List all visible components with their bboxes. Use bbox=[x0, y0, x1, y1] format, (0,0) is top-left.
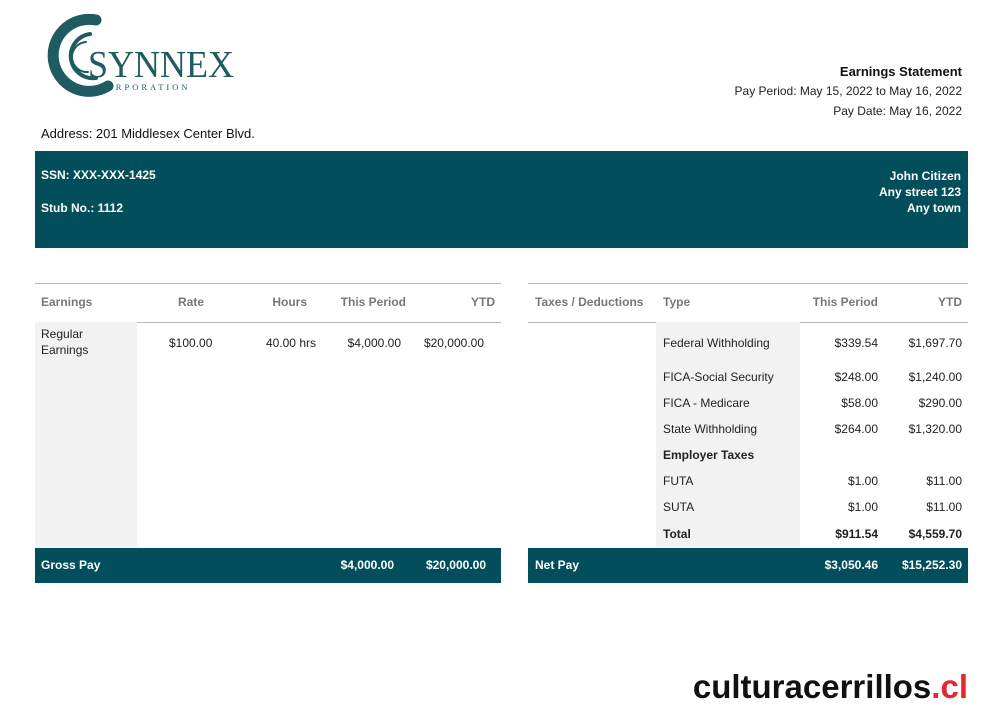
tax-ytd-col-header: YTD bbox=[938, 295, 962, 309]
employee-street: Any street 123 bbox=[878, 185, 961, 199]
employee-name: John Citizen bbox=[889, 169, 961, 183]
employee-info-band: SSN: XXX-XXX-1425 Stub No.: 1112 John Ci… bbox=[35, 151, 968, 248]
earnings-row-hours: 40.00 hrs bbox=[265, 336, 316, 350]
type-col-header: Type bbox=[663, 295, 691, 309]
watermark: culturacerrillos.cl bbox=[693, 668, 968, 706]
tax-row-ytd: $11.00 bbox=[926, 500, 962, 514]
earnings-row-label: Regular Earnings bbox=[41, 327, 89, 357]
watermark-main: culturacerrillos bbox=[692, 668, 932, 705]
tax-row-this-period: $1.00 bbox=[847, 500, 878, 514]
tax-row-this-period: $264.00 bbox=[834, 422, 878, 436]
tax-row-ytd: $290.00 bbox=[918, 396, 962, 410]
tax-row-this-period: $339.54 bbox=[834, 336, 878, 350]
tax-row-ytd: $11.00 bbox=[926, 474, 962, 488]
tax-row-type: Federal Withholding bbox=[663, 336, 770, 350]
tax-row-type: Total bbox=[663, 527, 691, 541]
tax-this-period-col-header: This Period bbox=[812, 295, 878, 309]
gross-pay-ytd: $20,000.00 bbox=[425, 558, 486, 572]
earnings-col-header: Earnings bbox=[41, 295, 93, 309]
tax-row-ytd: $1,240.00 bbox=[908, 370, 962, 384]
company-address: Address: 201 Middlesex Center Blvd. bbox=[41, 126, 255, 141]
earnings-row-ytd: $20,000.00 bbox=[423, 336, 484, 350]
tax-row-type: SUTA bbox=[663, 500, 695, 514]
gross-pay-this-period: $4,000.00 bbox=[340, 558, 394, 572]
net-pay-label: Net Pay bbox=[535, 558, 580, 572]
tax-row-this-period: $1.00 bbox=[847, 474, 878, 488]
taxes-col-header: Taxes / Deductions bbox=[535, 295, 644, 309]
pay-date: Pay Date: May 16, 2022 bbox=[833, 104, 962, 118]
tax-row-type: Employer Taxes bbox=[663, 448, 755, 462]
earnings-row-rate: $100.00 bbox=[169, 336, 213, 350]
gross-pay-row: Gross Pay $4,000.00 $20,000.00 bbox=[35, 548, 501, 583]
watermark-suffix: .cl bbox=[931, 668, 968, 705]
employee-details: John Citizen Any street 123 Any town bbox=[879, 168, 961, 216]
hours-col-header: Hours bbox=[272, 295, 307, 309]
ytd-col-header: YTD bbox=[471, 295, 495, 309]
tax-row-ytd: $1,697.70 bbox=[908, 336, 962, 350]
net-pay-this-period: $3,050.46 bbox=[824, 558, 878, 572]
rate-col-header: Rate bbox=[178, 295, 205, 309]
company-logo: SYNNEX CORPORATION bbox=[34, 14, 244, 98]
tax-row-this-period: $58.00 bbox=[841, 396, 878, 410]
ssn: SSN: XXX-XXX-1425 bbox=[41, 168, 156, 182]
statement-title: Earnings Statement bbox=[839, 64, 962, 79]
logo-subtitle: CORPORATION bbox=[98, 82, 191, 92]
logo-wordmark: SYNNEX bbox=[88, 44, 234, 86]
stub-number: Stub No.: 1112 bbox=[41, 201, 124, 215]
tax-row-this-period: $911.54 bbox=[835, 527, 878, 541]
net-pay-ytd: $15,252.30 bbox=[901, 558, 962, 572]
pay-period: Pay Period: May 15, 2022 to May 16, 2022 bbox=[734, 84, 962, 98]
earnings-header-row: Earnings Rate Hours This Period YTD bbox=[35, 283, 501, 323]
employee-town: Any town bbox=[907, 201, 961, 215]
tax-row-type: FICA-Social Security bbox=[663, 370, 774, 384]
this-period-col-header: This Period bbox=[340, 295, 406, 309]
tax-row-type: FICA - Medicare bbox=[663, 396, 750, 410]
tax-row-type: FUTA bbox=[663, 474, 694, 488]
tax-row-ytd: $4,559.70 bbox=[908, 527, 962, 541]
taxes-header-row: Taxes / Deductions Type This Period YTD bbox=[528, 283, 968, 323]
tax-row-ytd: $1,320.00 bbox=[908, 422, 962, 436]
gross-pay-label: Gross Pay bbox=[41, 558, 101, 572]
net-pay-row: Net Pay $3,050.46 $15,252.30 bbox=[528, 548, 968, 583]
earnings-row-this-period: $4,000.00 bbox=[347, 336, 401, 350]
tax-row-type: State Withholding bbox=[663, 422, 758, 436]
tax-row-this-period: $248.00 bbox=[834, 370, 878, 384]
